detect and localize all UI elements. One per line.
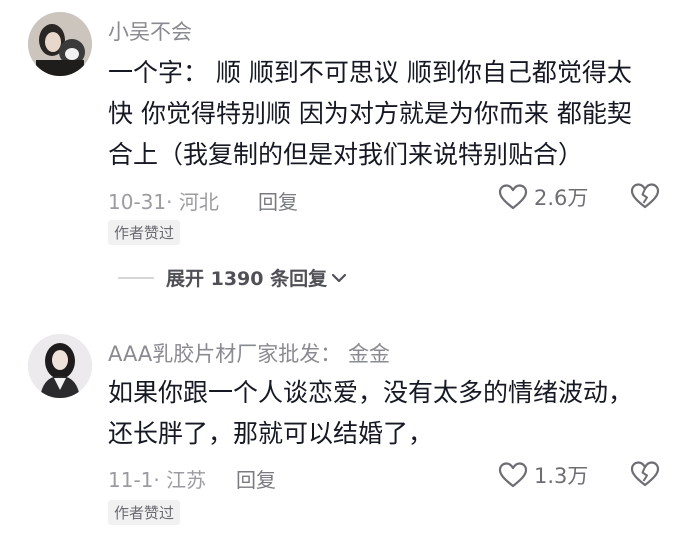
author-liked-badge: 作者赞过 — [108, 500, 181, 525]
username-text: AAA乳胶片材厂家批发 — [108, 342, 321, 366]
chevron-down-icon — [332, 273, 347, 282]
username[interactable]: AAA乳胶片材厂家批发： 金金 — [108, 338, 390, 368]
avatar-image — [28, 12, 92, 76]
comment-item: AAA乳胶片材厂家批发： 金金 如果你跟一个人谈恋爱，没有太多的情绪波动， 还长… — [0, 320, 690, 540]
broken-heart-icon — [630, 183, 660, 209]
username[interactable]: 小吴不会 — [108, 16, 192, 46]
broken-heart-icon — [630, 461, 660, 487]
divider-line — [118, 276, 154, 279]
expand-replies-button[interactable]: 展开 1390 条回复 — [118, 264, 347, 291]
reply-button[interactable]: 回复 — [258, 186, 298, 215]
like-count: 1.3万 — [534, 464, 589, 488]
comment-line: 合上（我复制的但是对我们来说特别贴合） — [108, 140, 584, 169]
dislike-button[interactable] — [630, 460, 660, 488]
avatar[interactable] — [28, 12, 92, 76]
comment-meta: 11-1· 江苏 — [108, 468, 207, 492]
comment-text: 如果你跟一个人谈恋爱，没有太多的情绪波动， 还长胖了，那就可以结婚了， — [108, 372, 633, 454]
comment-item: 小吴不会 一个字： 顺 顺到不可思议 顺到你自己都觉得太 快 你觉得特别顺 因为… — [0, 0, 690, 300]
comment-line: 一个字： 顺 顺到不可思议 顺到你自己都觉得太 — [108, 58, 632, 87]
like-button[interactable]: 2.6万 — [498, 182, 588, 212]
expand-replies-label: 展开 1390 条回复 — [166, 268, 328, 290]
avatar[interactable] — [28, 334, 92, 398]
dislike-button[interactable] — [630, 182, 660, 210]
like-button[interactable]: 1.3万 — [498, 460, 588, 490]
avatar-image — [28, 334, 92, 398]
comment-line: 还长胖了，那就可以结婚了， — [108, 419, 434, 448]
heart-outline-icon — [498, 184, 528, 210]
author-liked-badge: 作者赞过 — [108, 220, 181, 245]
comment-meta: 10-31· 河北 — [108, 190, 219, 214]
comment-line: 快 你觉得特别顺 因为对方就是为你而来 都能契 — [108, 99, 632, 128]
comment-text: 一个字： 顺 顺到不可思议 顺到你自己都觉得太 快 你觉得特别顺 因为对方就是为… — [108, 52, 632, 175]
like-count: 2.6万 — [534, 186, 589, 210]
reply-button[interactable]: 回复 — [236, 464, 276, 493]
comment-line: 如果你跟一个人谈恋爱，没有太多的情绪波动， — [108, 378, 634, 407]
reply-mention[interactable]: ： 金金 — [320, 342, 390, 366]
heart-outline-icon — [498, 462, 528, 488]
